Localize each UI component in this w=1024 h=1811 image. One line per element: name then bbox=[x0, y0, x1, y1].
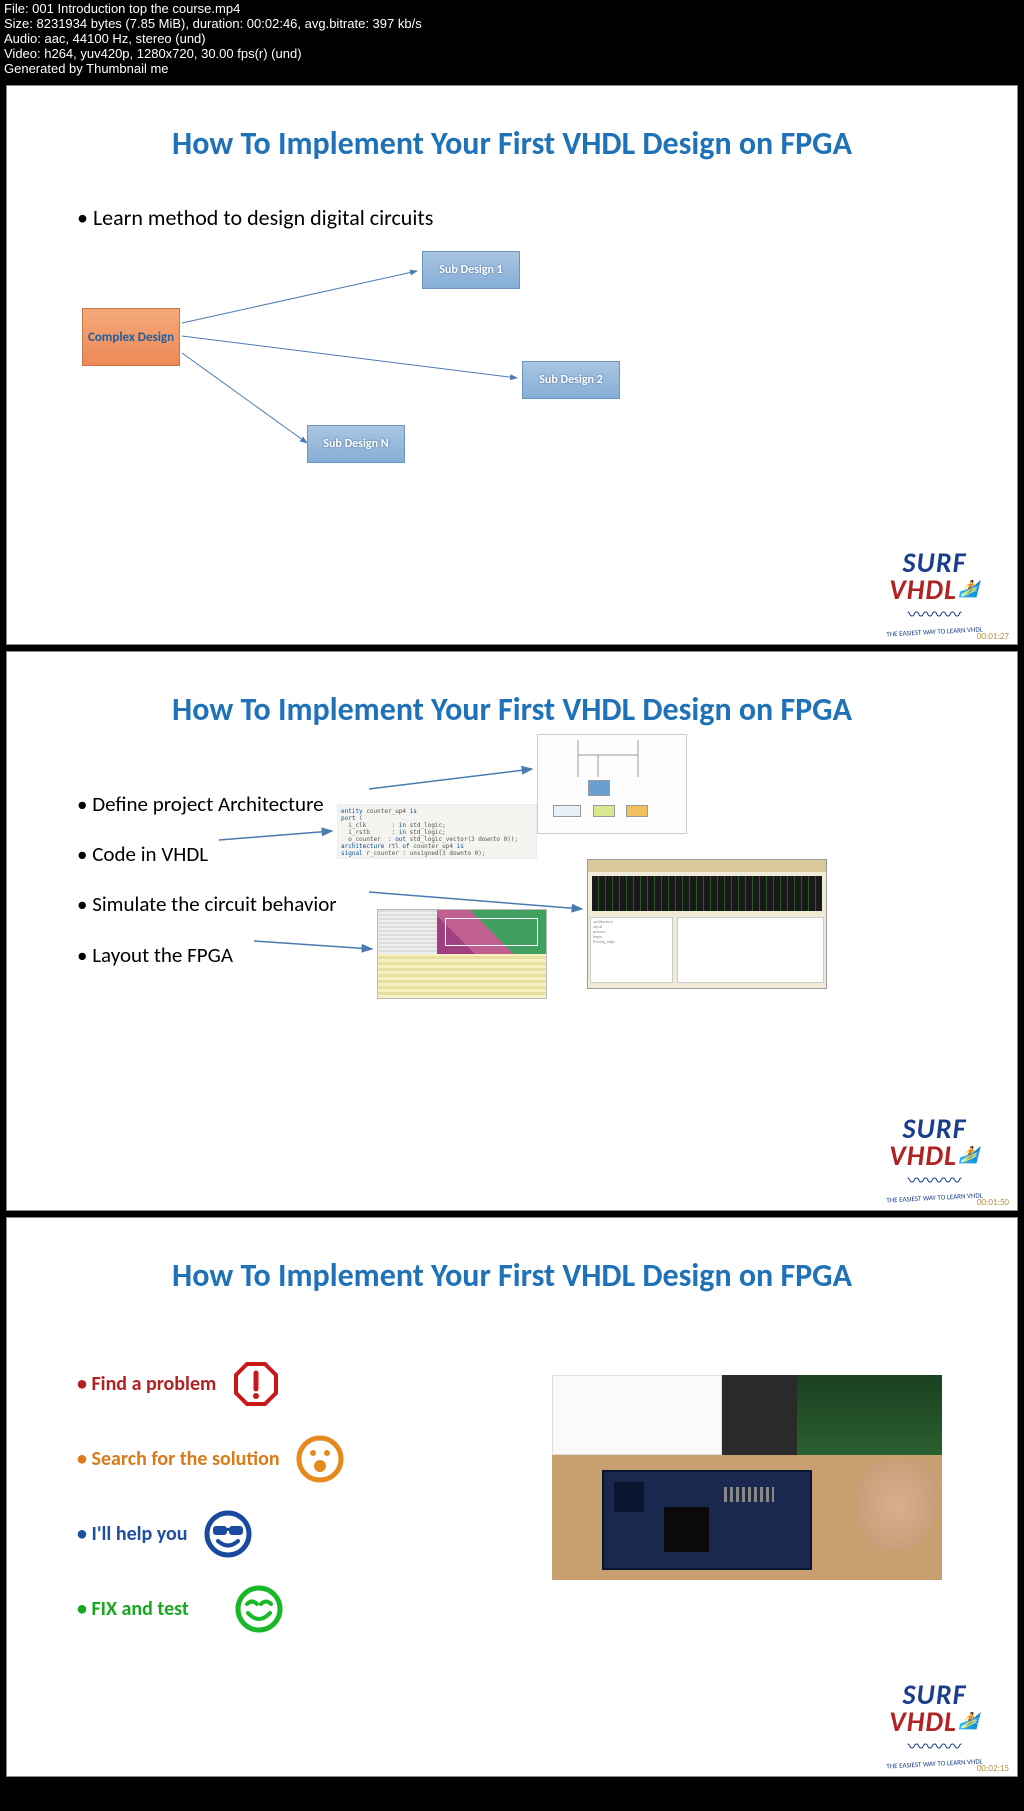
label: Search for the solution bbox=[77, 1447, 280, 1471]
chip-thumb bbox=[722, 1375, 797, 1455]
meta-gen: Generated by Thumbnail me bbox=[4, 62, 1020, 77]
fpga-layout-screenshot bbox=[377, 909, 547, 999]
bullet-layout: Layout the FPGA bbox=[77, 930, 337, 980]
hand bbox=[857, 1460, 937, 1550]
cool-sunglasses-face-icon bbox=[204, 1510, 252, 1558]
vhdl-code-snippet: entity counter_up4 isport ( i_clk : in s… bbox=[337, 804, 537, 859]
surfer-icon: 🏄 bbox=[959, 1711, 980, 1731]
bullet-code: Code in VHDL bbox=[77, 829, 337, 879]
warning-octagon-icon bbox=[232, 1360, 280, 1408]
pcb-thumb bbox=[797, 1375, 942, 1455]
fpga-board-photo bbox=[552, 1375, 942, 1580]
timestamp: 00:02:15 bbox=[977, 1763, 1009, 1774]
surfer-icon: 🏄 bbox=[959, 1145, 980, 1165]
slide3-content: Find a problem Search for the solution I… bbox=[7, 1295, 1017, 1715]
sub-design-2-box: Sub Design 2 bbox=[522, 361, 620, 399]
fpga-dev-board bbox=[602, 1470, 812, 1570]
slide-title: How To Implement Your First VHDL Design … bbox=[7, 86, 1017, 163]
surprised-face-icon bbox=[296, 1435, 344, 1483]
slide1-bullets: Learn method to design digital circuits bbox=[7, 163, 1017, 244]
simulator-screenshot: architecturesignalprocessbeginif rising_… bbox=[587, 859, 827, 989]
bullet-arch: Define project Architecture bbox=[77, 779, 337, 829]
label: FIX and test bbox=[77, 1597, 189, 1621]
timestamp: 00:01:27 bbox=[977, 631, 1009, 642]
label: I'll help you bbox=[77, 1522, 188, 1546]
complex-design-box: Complex Design bbox=[82, 308, 180, 366]
slide-2: How To Implement Your First VHDL Design … bbox=[6, 651, 1018, 1211]
slide-1: How To Implement Your First VHDL Design … bbox=[6, 85, 1018, 645]
label: Find a problem bbox=[77, 1372, 216, 1396]
wave-icon: 〰〰〰 bbox=[867, 1167, 1002, 1193]
bullet-sim: Simulate the circuit behavior bbox=[77, 879, 337, 929]
surfer-icon: 🏄 bbox=[959, 579, 980, 599]
hand-on-board-photo bbox=[552, 1455, 942, 1580]
sub-design-n-box: Sub Design N bbox=[307, 425, 405, 463]
meta-video: Video: h264, yuv420p, 1280x720, 30.00 fp… bbox=[4, 47, 1020, 62]
wave-icon: 〰〰〰 bbox=[867, 601, 1002, 627]
slide2-bullets: Define project Architecture Code in VHDL… bbox=[77, 779, 337, 981]
surf-vhdl-logo: SURF VHDL🏄 〰〰〰 THE EASIEST WAY TO LEARN … bbox=[867, 545, 1002, 636]
meta-file: File: 001 Introduction top the course.mp… bbox=[4, 2, 1020, 17]
meta-size: Size: 8231934 bytes (7.85 MiB), duration… bbox=[4, 17, 1020, 32]
row-search-solution: Search for the solution bbox=[77, 1435, 344, 1483]
row-fix-test: FIX and test bbox=[77, 1585, 283, 1633]
schematic-thumb bbox=[552, 1375, 722, 1455]
slide2-content: Define project Architecture Code in VHDL… bbox=[7, 729, 1017, 1149]
row-help-you: I'll help you bbox=[77, 1510, 252, 1558]
wave-icon: 〰〰〰 bbox=[867, 1733, 1002, 1759]
happy-face-icon bbox=[235, 1585, 283, 1633]
design-tree-diagram: Complex Design Sub Design 1 Sub Design 2… bbox=[7, 243, 1017, 523]
surf-vhdl-logo: SURF VHDL🏄 〰〰〰 THE EASIEST WAY TO LEARN … bbox=[867, 1677, 1002, 1768]
waveform bbox=[592, 876, 822, 911]
meta-audio: Audio: aac, 44100 Hz, stereo (und) bbox=[4, 32, 1020, 47]
timestamp: 00:01:50 bbox=[977, 1197, 1009, 1208]
metadata-overlay: File: 001 Introduction top the course.mp… bbox=[0, 0, 1024, 79]
architecture-diagram bbox=[537, 734, 687, 834]
slide-title: How To Implement Your First VHDL Design … bbox=[7, 1218, 1017, 1295]
surf-vhdl-logo: SURF VHDL🏄 〰〰〰 THE EASIEST WAY TO LEARN … bbox=[867, 1111, 1002, 1202]
slide-3: How To Implement Your First VHDL Design … bbox=[6, 1217, 1018, 1777]
slide-title: How To Implement Your First VHDL Design … bbox=[7, 652, 1017, 729]
bullet-item: Learn method to design digital circuits bbox=[77, 193, 1017, 244]
row-find-problem: Find a problem bbox=[77, 1360, 280, 1408]
sub-design-1-box: Sub Design 1 bbox=[422, 251, 520, 289]
